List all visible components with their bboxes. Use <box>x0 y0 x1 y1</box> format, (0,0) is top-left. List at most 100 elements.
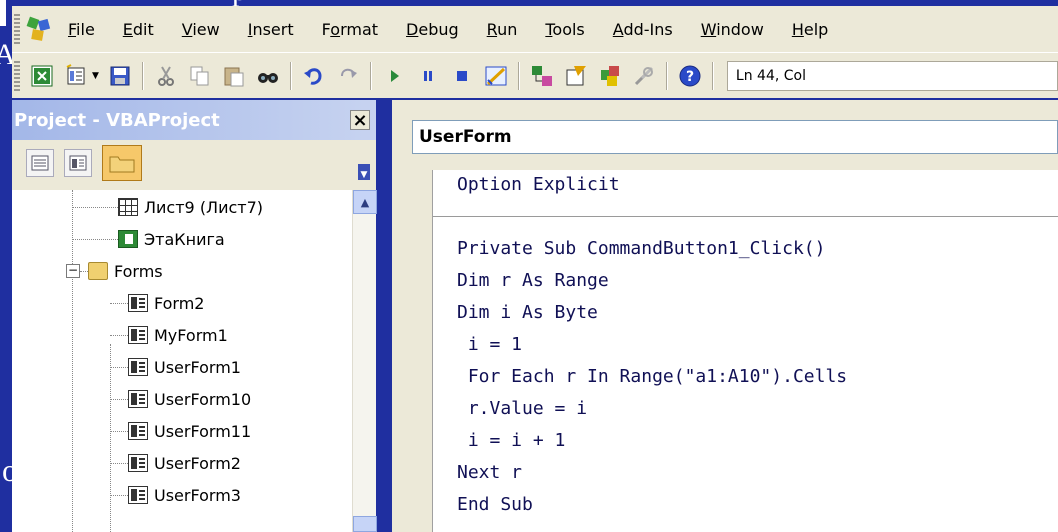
procedure-separator <box>433 216 1058 217</box>
reset-icon[interactable] <box>449 63 475 89</box>
chevron-down-icon[interactable]: ▼ <box>358 164 370 180</box>
scroll-up-icon[interactable]: ▲ <box>353 190 377 214</box>
standard-toolbar: ▼ ? Ln 44, Col <box>12 52 1058 98</box>
tree-item[interactable]: MyForm1 <box>128 320 228 350</box>
tree-item[interactable]: UserForm3 <box>128 480 241 510</box>
code-line: i = i + 1 <box>457 430 566 451</box>
toolbox-icon[interactable] <box>631 63 657 89</box>
workbook-icon <box>118 230 138 248</box>
form-icon <box>128 454 148 472</box>
menu-run[interactable]: Run <box>487 20 518 39</box>
cut-icon[interactable] <box>153 63 179 89</box>
view-object-icon[interactable] <box>64 149 92 177</box>
code-line: Option Explicit <box>457 174 620 195</box>
collapse-icon[interactable]: − <box>66 264 80 278</box>
project-explorer-toolbar: ▼ <box>12 140 376 186</box>
code-line: End Sub <box>457 494 533 515</box>
break-icon[interactable] <box>415 63 441 89</box>
close-icon[interactable]: × <box>350 110 370 131</box>
tree-item-label: Forms <box>114 261 163 281</box>
toolbar-separator <box>665 61 668 90</box>
tree-item-label: UserForm11 <box>154 421 252 441</box>
form-icon <box>128 358 148 376</box>
tree-item[interactable]: UserForm11 <box>128 416 251 446</box>
design-mode-icon[interactable] <box>483 63 509 89</box>
help-icon[interactable]: ? <box>677 63 703 89</box>
code-window: UserForm Option Explicit Private Sub Comm… <box>392 100 1058 532</box>
tree-item-label: UserForm10 <box>154 389 252 409</box>
tree-item[interactable]: Form2 <box>128 288 204 318</box>
object-dropdown[interactable]: UserForm <box>412 120 1058 154</box>
code-line: For Each r In Range("a1:A10").Cells <box>457 366 848 387</box>
toolbar-grip[interactable] <box>14 60 20 91</box>
project-explorer-icon[interactable] <box>529 63 555 89</box>
menu-view[interactable]: View <box>182 20 220 39</box>
code-line: r.Value = i <box>457 398 588 419</box>
toolbar-separator <box>141 61 144 90</box>
save-icon[interactable] <box>107 63 133 89</box>
form-icon <box>128 422 148 440</box>
form-icon <box>128 486 148 504</box>
tree-item-label: MyForm1 <box>154 325 228 345</box>
undo-icon[interactable] <box>301 63 327 89</box>
sheet-icon <box>118 198 138 216</box>
vba-app-icon[interactable] <box>24 15 54 43</box>
menu-bar: File Edit View Insert Format Debug Run Tools Add… <box>12 6 1058 52</box>
menu-addins[interactable]: Add-Ins <box>613 20 673 39</box>
redo-icon[interactable] <box>335 63 361 89</box>
menu-edit[interactable]: Edit <box>123 20 154 39</box>
properties-icon[interactable] <box>563 63 589 89</box>
find-icon[interactable] <box>255 63 281 89</box>
project-tree-scrollbar[interactable]: ▲ <box>352 190 377 532</box>
paste-icon[interactable] <box>221 63 247 89</box>
code-line: Dim r As Range <box>457 270 609 291</box>
code-line: Private Sub CommandButton1_Click() <box>457 238 826 259</box>
toolbar-separator <box>289 61 292 90</box>
project-tree: Лист9 (Лист7) ЭтаКнига − Forms Form2 MyForm1 U… <box>12 190 364 532</box>
project-explorer-pane: Project - VBAProject × ▼ Лист9 (Лист7) Эт… <box>12 100 377 532</box>
form-icon <box>128 390 148 408</box>
project-explorer-titlebar[interactable]: Project - VBAProject × <box>12 100 376 140</box>
view-code-icon[interactable] <box>26 149 54 177</box>
code-margin <box>392 170 432 532</box>
run-icon[interactable] <box>381 63 407 89</box>
chevron-down-icon[interactable]: ▼ <box>92 71 99 81</box>
tree-item-label: Form2 <box>154 293 205 313</box>
insert-userform-icon[interactable] <box>64 63 90 89</box>
tree-item-label: UserForm2 <box>154 453 241 473</box>
tree-item[interactable]: UserForm1 <box>128 352 241 382</box>
tree-item[interactable]: Лист9 (Лист7) <box>118 192 263 222</box>
form-icon <box>128 326 148 344</box>
tree-item[interactable]: ЭтаКнига <box>118 224 225 254</box>
slide-background-fragment <box>0 0 6 26</box>
object-browser-icon[interactable] <box>597 63 623 89</box>
toolbar-separator <box>369 61 372 90</box>
code-line: Dim i As Byte <box>457 302 598 323</box>
code-line: Next r <box>457 462 523 483</box>
tree-item[interactable]: UserForm10 <box>128 384 251 414</box>
menu-format[interactable]: Format <box>322 20 378 39</box>
form-icon <box>128 294 148 312</box>
menu-tools[interactable]: Tools <box>545 20 584 39</box>
menu-file[interactable]: File <box>68 20 95 39</box>
tree-item-label: Лист9 (Лист7) <box>144 197 264 217</box>
toolbar-separator <box>517 61 520 90</box>
svg-text:?: ? <box>686 69 694 85</box>
tree-item-label: ЭтаКнига <box>144 229 225 249</box>
view-excel-icon[interactable] <box>30 63 56 89</box>
folder-icon <box>88 262 108 280</box>
tree-item[interactable]: UserForm2 <box>128 448 241 478</box>
menubar-grip[interactable] <box>14 14 20 44</box>
code-editor[interactable]: Option Explicit Private Sub CommandButton… <box>432 170 1058 532</box>
tree-item[interactable]: Forms <box>88 256 163 286</box>
menu-debug[interactable]: Debug <box>406 20 459 39</box>
menu-help[interactable]: Help <box>792 20 828 39</box>
menu-window[interactable]: Window <box>701 20 764 39</box>
menu-insert[interactable]: Insert <box>248 20 294 39</box>
tree-item-label: UserForm1 <box>154 357 241 377</box>
toolbar-separator <box>711 61 714 90</box>
scrollbar-thumb[interactable] <box>353 516 377 532</box>
project-explorer-title: Project - VBAProject <box>14 109 220 131</box>
copy-icon[interactable] <box>187 63 213 89</box>
toggle-folders-icon[interactable] <box>102 145 142 181</box>
